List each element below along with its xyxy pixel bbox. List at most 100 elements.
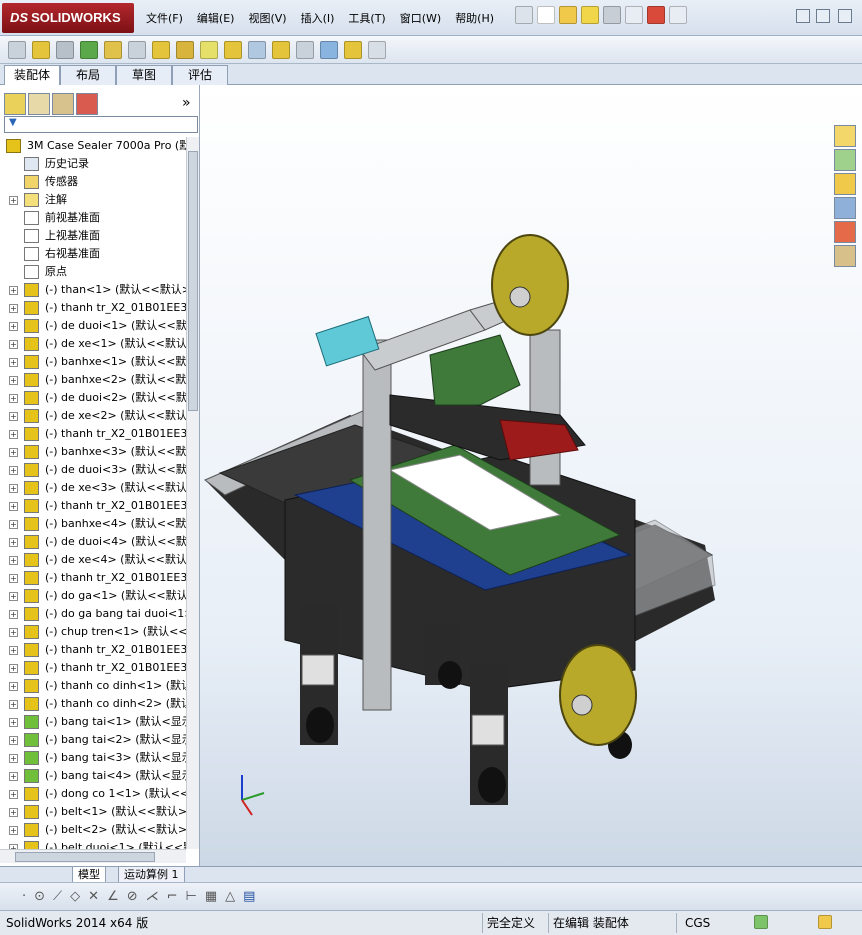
expand-icon[interactable]: + [9,430,18,439]
relation-icon[interactable]: △ [225,889,235,904]
tree-item[interactable]: + (-) do ga<1> (默认<<默认>_ [0,587,186,605]
solidworks-logo[interactable]: DS SOLIDWORKS [2,3,134,33]
expand-icon[interactable]: + [9,574,18,583]
tree-item[interactable]: + (-) banhxe<2> (默认<<默认 [0,371,186,389]
tree-item[interactable]: + (-) banhxe<3> (默认<<默认 [0,443,186,461]
tree-item[interactable]: + (-) de xe<3> (默认<<默认>_ [0,479,186,497]
fillet-icon[interactable]: ⌐ [167,889,178,904]
new-document-icon[interactable] [537,6,555,24]
design-library-icon[interactable] [834,149,856,171]
bill-of-materials-icon[interactable] [248,40,266,59]
expand-icon[interactable]: + [9,196,18,205]
expand-panel-icon[interactable]: » [182,95,191,111]
configuration-manager-tab[interactable] [52,93,74,115]
tree-item[interactable]: + (-) bang tai<4> (默认<显示 [0,767,186,785]
feature-tree-tab[interactable] [4,93,26,115]
line-icon[interactable]: ⟋ [53,889,62,904]
file-explorer-icon[interactable] [834,173,856,195]
tab-evaluate[interactable]: 评估 [172,65,228,85]
tab-layout[interactable]: 布局 [60,65,116,85]
tree-vertical-scrollbar[interactable] [186,137,199,849]
units-selector[interactable]: CGS [676,913,750,933]
tab-motion-study[interactable]: 运动算例 1 [118,867,185,883]
menu-insert[interactable]: 插入(I) [301,10,335,26]
help-icon[interactable] [669,6,687,24]
tree-item[interactable]: + (-) bang tai<1> (默认<显示 [0,713,186,731]
tree-item[interactable]: + (-) belt<1> (默认<<默认>_ [0,803,186,821]
expand-icon[interactable]: + [9,700,18,709]
rebuild-status-icon[interactable] [754,915,768,929]
graphics-area[interactable] [200,85,862,866]
mate-icon[interactable] [56,40,74,59]
expand-icon[interactable]: + [9,520,18,529]
tree-item[interactable]: + (-) than<1> (默认<<默认>_ [0,281,186,299]
tree-item[interactable]: 传感器 [0,173,186,191]
expand-icon[interactable]: + [9,664,18,673]
print-icon[interactable] [603,6,621,24]
tree-item[interactable]: + (-) dong co 1<1> (默认<<默 [0,785,186,803]
expand-icon[interactable]: + [9,502,18,511]
open-folder-icon[interactable] [559,6,577,24]
tab-assembly[interactable]: 装配体 [4,65,60,86]
expand-icon[interactable]: + [9,772,18,781]
rebuild-warning-icon[interactable] [581,6,599,24]
property-manager-tab[interactable] [28,93,50,115]
new-motion-study-icon[interactable] [224,40,242,59]
trim-icon[interactable]: ✕ [88,889,99,904]
extend-icon[interactable]: ∠ [107,889,119,904]
filter-field[interactable]: ▼ [4,116,198,133]
menu-view[interactable]: 视图(V) [248,10,286,26]
tree-item[interactable]: + (-) do ga bang tai duoi<1> (默 [0,605,186,623]
tree-item[interactable]: + (-) thanh co dinh<1> (默认< [0,677,186,695]
pin-icon[interactable] [515,6,533,24]
tree-item[interactable]: 前视基准面 [0,209,186,227]
traffic-light-icon[interactable] [647,6,665,24]
instant3d-icon[interactable] [320,40,338,59]
tree-item[interactable]: 历史记录 [0,155,186,173]
scroll-thumb[interactable] [188,151,198,411]
tree-item[interactable]: + (-) thanh tr_X2_01B01EE3_X0 [0,425,186,443]
expand-icon[interactable]: + [9,484,18,493]
take-snapshot-icon[interactable] [368,40,386,59]
table-icon[interactable]: ▤ [243,889,255,904]
tags-icon[interactable] [818,915,832,929]
tree-item[interactable]: + (-) de duoi<1> (默认<<默认 [0,317,186,335]
tree-item[interactable]: + (-) thanh tr_X2_01B01EE3_X0 [0,299,186,317]
hscroll-thumb[interactable] [15,852,155,862]
expand-icon[interactable]: + [9,322,18,331]
smart-fasteners-icon[interactable] [104,40,122,59]
tree-item[interactable]: + (-) de xe<4> (默认<<默认>_ [0,551,186,569]
insert-components-icon[interactable] [32,40,50,59]
expand-icon[interactable]: + [9,556,18,565]
expand-icon[interactable]: + [9,682,18,691]
edit-component-icon[interactable] [8,40,26,59]
appearances-icon[interactable] [834,221,856,243]
tree-item[interactable]: + (-) de duoi<3> (默认<<默认 [0,461,186,479]
view-palette-icon[interactable] [834,197,856,219]
tree-item[interactable]: + (-) thanh tr_X2_01B01EE3_X0 [0,497,186,515]
explode-line-icon[interactable] [296,40,314,59]
expand-icon[interactable]: + [9,304,18,313]
expand-icon[interactable]: + [9,340,18,349]
tree-item[interactable]: + (-) thanh co dinh<2> (默认< [0,695,186,713]
linear-pattern-icon[interactable] [80,40,98,59]
custom-properties-icon[interactable] [834,245,856,267]
minimize-button[interactable] [796,9,810,23]
dimension-icon[interactable]: ⊢ [186,889,197,904]
tree-item[interactable]: + (-) bang tai<2> (默认<显示 [0,731,186,749]
tree-item[interactable]: + (-) thanh tr_X2_01B01EE3_X0 [0,569,186,587]
tree-item[interactable]: 原点 [0,263,186,281]
home-icon[interactable] [834,125,856,147]
expand-icon[interactable]: + [9,592,18,601]
menu-file[interactable]: 文件(F) [146,10,183,26]
tree-item[interactable]: + (-) thanh tr_X2_01B01EE3_X0 [0,659,186,677]
move-component-icon[interactable] [128,40,146,59]
exploded-view-icon[interactable] [272,40,290,59]
expand-icon[interactable]: + [9,376,18,385]
tree-item[interactable]: + 注解 [0,191,186,209]
tree-item[interactable]: + (-) thanh tr_X2_01B01EE3_X0 [0,641,186,659]
assembly-model[interactable] [200,85,862,866]
expand-icon[interactable]: + [9,736,18,745]
tree-horizontal-scrollbar[interactable] [0,849,186,863]
menu-edit[interactable]: 编辑(E) [197,10,235,26]
